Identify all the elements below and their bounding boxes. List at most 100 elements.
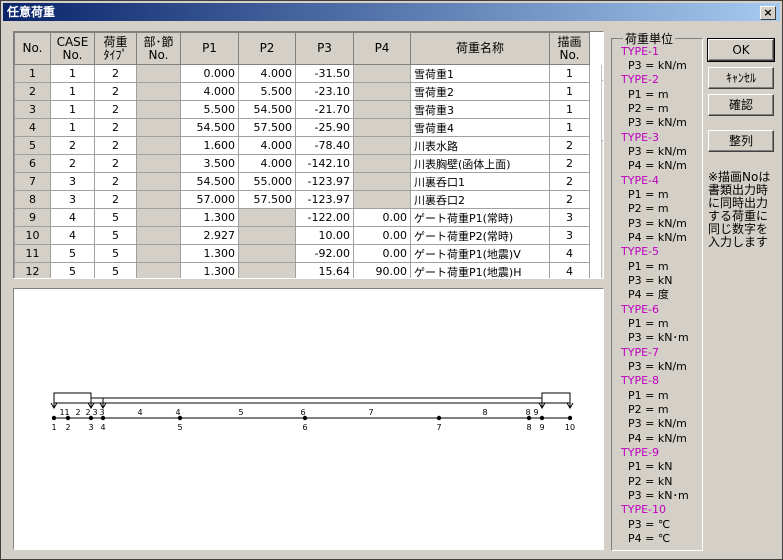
table-cell[interactable]: ゲート荷重P1(地震)V xyxy=(410,244,550,263)
table-cell[interactable]: 0.00 xyxy=(353,226,411,245)
table-cell[interactable]: 54.500 xyxy=(180,172,239,191)
table-cell[interactable]: 5.500 xyxy=(180,100,239,119)
table-cell[interactable]: 雪荷重2 xyxy=(410,82,550,101)
table-cell[interactable] xyxy=(353,118,411,137)
table-cell[interactable]: -123.97 xyxy=(295,172,354,191)
table-cell[interactable] xyxy=(353,154,411,173)
table-row[interactable]: 7 3 2 54.500 55.000 -123.97 川裏呑口1 2 xyxy=(14,172,590,191)
sort-button[interactable]: 整列 xyxy=(708,130,774,152)
table-cell[interactable]: 4 xyxy=(549,244,590,263)
table-cell[interactable]: 1.600 xyxy=(180,136,239,155)
table-cell[interactable]: 2 xyxy=(549,190,590,209)
table-cell[interactable]: 1 xyxy=(549,118,590,137)
table-cell[interactable]: 2 xyxy=(50,154,95,173)
table-cell[interactable]: 2 xyxy=(94,64,137,83)
table-cell[interactable]: 雪荷重1 xyxy=(410,64,550,83)
table-row[interactable]: 2 1 2 4.000 5.500 -23.10 雪荷重2 1 xyxy=(14,82,590,101)
table-cell[interactable]: 5 xyxy=(94,262,137,278)
table-cell[interactable]: 4.000 xyxy=(238,154,296,173)
table-cell[interactable]: 1.300 xyxy=(180,244,239,263)
table-cell[interactable]: 10.00 xyxy=(295,226,354,245)
table-cell[interactable] xyxy=(136,172,181,191)
table-cell[interactable]: 3 xyxy=(50,190,95,209)
table-cell[interactable]: 雪荷重3 xyxy=(410,100,550,119)
table-cell[interactable]: 川裏呑口2 xyxy=(410,190,550,209)
table-cell[interactable] xyxy=(136,118,181,137)
table-cell[interactable]: -78.40 xyxy=(295,136,354,155)
table-cell[interactable]: 4.000 xyxy=(238,136,296,155)
table-row[interactable]: 5 2 2 1.600 4.000 -78.40 川表水路 2 xyxy=(14,136,590,155)
table-cell[interactable]: 4.000 xyxy=(238,64,296,83)
table-cell[interactable]: 4.000 xyxy=(180,82,239,101)
confirm-button[interactable]: 確認 xyxy=(708,94,774,116)
table-row[interactable]: 10 4 5 2.927 10.00 0.00 ゲート荷重P2(常時) 3 xyxy=(14,226,590,245)
table-cell[interactable]: 0.000 xyxy=(180,64,239,83)
table-cell[interactable]: 3 xyxy=(549,208,590,227)
table-cell[interactable] xyxy=(238,226,296,245)
table-cell[interactable] xyxy=(353,64,411,83)
table-cell[interactable]: 2 xyxy=(94,100,137,119)
table-cell[interactable] xyxy=(136,226,181,245)
table-cell[interactable] xyxy=(353,136,411,155)
table-cell[interactable]: -122.00 xyxy=(295,208,354,227)
table-cell[interactable] xyxy=(136,82,181,101)
table-cell[interactable]: 57.500 xyxy=(238,118,296,137)
table-cell[interactable]: 2 xyxy=(549,136,590,155)
table-cell[interactable]: 1 xyxy=(50,64,95,83)
table-cell[interactable]: 1 xyxy=(549,100,590,119)
table-cell[interactable]: 0.00 xyxy=(353,244,411,263)
table-cell[interactable]: 2 xyxy=(50,136,95,155)
table-cell[interactable] xyxy=(136,190,181,209)
table-cell[interactable]: ゲート荷重P2(常時) xyxy=(410,226,550,245)
table-cell[interactable] xyxy=(353,100,411,119)
table-cell[interactable]: 1.300 xyxy=(180,262,239,278)
table-cell[interactable]: 川表水路 xyxy=(410,136,550,155)
table-cell[interactable]: 2 xyxy=(94,154,137,173)
table-cell[interactable] xyxy=(238,208,296,227)
table-row[interactable]: 11 5 5 1.300 -92.00 0.00 ゲート荷重P1(地震)V 4 xyxy=(14,244,590,263)
table-cell[interactable]: 54.500 xyxy=(238,100,296,119)
table-cell[interactable]: -25.90 xyxy=(295,118,354,137)
grid-scrollbar[interactable]: ▲ ▼ xyxy=(601,65,603,278)
close-icon[interactable]: × xyxy=(760,6,776,20)
table-cell[interactable] xyxy=(136,100,181,119)
table-cell[interactable]: ゲート荷重P1(地震)H xyxy=(410,262,550,278)
table-cell[interactable] xyxy=(136,262,181,278)
table-cell[interactable]: 5 xyxy=(94,226,137,245)
table-cell[interactable]: 54.500 xyxy=(180,118,239,137)
table-cell[interactable]: 1 xyxy=(549,64,590,83)
table-cell[interactable]: 5 xyxy=(50,262,95,278)
table-cell[interactable]: 3.500 xyxy=(180,154,239,173)
table-cell[interactable] xyxy=(136,208,181,227)
table-cell[interactable]: 2.927 xyxy=(180,226,239,245)
table-cell[interactable] xyxy=(136,136,181,155)
table-cell[interactable]: 3 xyxy=(549,226,590,245)
table-cell[interactable]: -142.10 xyxy=(295,154,354,173)
arrow-up-icon[interactable]: ▲ xyxy=(602,65,603,81)
table-cell[interactable]: 2 xyxy=(94,136,137,155)
ok-button[interactable]: OK xyxy=(707,38,775,62)
table-cell[interactable]: 5 xyxy=(94,208,137,227)
table-cell[interactable]: 1 xyxy=(50,100,95,119)
table-cell[interactable]: 2 xyxy=(94,190,137,209)
table-cell[interactable]: 4 xyxy=(50,226,95,245)
table-cell[interactable] xyxy=(353,82,411,101)
table-cell[interactable]: 3 xyxy=(50,172,95,191)
table-cell[interactable]: 1 xyxy=(50,82,95,101)
table-cell[interactable]: 15.64 xyxy=(295,262,354,278)
table-cell[interactable]: -31.50 xyxy=(295,64,354,83)
table-cell[interactable]: 5.500 xyxy=(238,82,296,101)
table-cell[interactable]: ゲート荷重P1(常時) xyxy=(410,208,550,227)
table-cell[interactable]: 4 xyxy=(50,208,95,227)
table-cell[interactable]: 川裏呑口1 xyxy=(410,172,550,191)
table-cell[interactable]: 雪荷重4 xyxy=(410,118,550,137)
table-cell[interactable]: 2 xyxy=(94,82,137,101)
scroll-thumb[interactable] xyxy=(602,81,603,141)
table-cell[interactable]: 2 xyxy=(549,154,590,173)
table-cell[interactable]: -92.00 xyxy=(295,244,354,263)
table-row[interactable]: 6 2 2 3.500 4.000 -142.10 川表胸壁(函体上面) 2 xyxy=(14,154,590,173)
table-cell[interactable] xyxy=(136,244,181,263)
cancel-button[interactable]: ｷｬﾝｾﾙ xyxy=(708,67,774,89)
table-cell[interactable] xyxy=(136,64,181,83)
table-cell[interactable]: 2 xyxy=(94,172,137,191)
